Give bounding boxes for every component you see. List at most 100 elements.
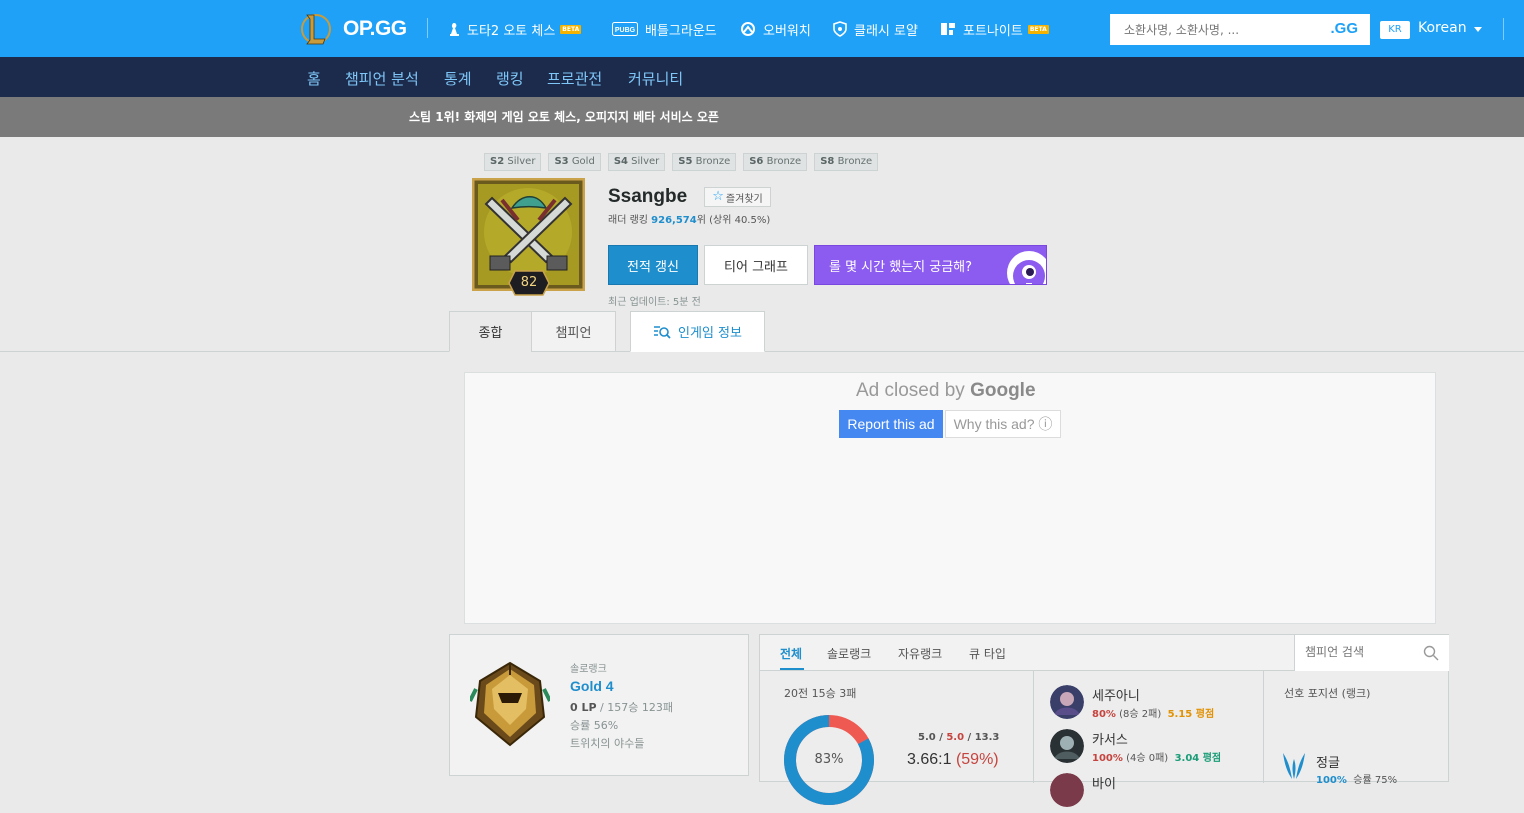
season-badge: S6 Bronze: [743, 153, 808, 171]
svg-text:PUBG: PUBG: [615, 27, 636, 34]
rank-winrate: 승률 56%: [570, 719, 619, 732]
notice-text[interactable]: 스팀 1위! 화제의 게임 오토 체스, 오피지지 베타 서비스 오픈: [409, 108, 719, 125]
nav-fortnite[interactable]: 포트나이트 BETA: [940, 19, 1049, 39]
ladder-rank-value: 926,574: [651, 215, 697, 226]
star-icon: ☆: [712, 189, 724, 204]
season-badge: S2 Silver: [484, 153, 542, 171]
divider: [1033, 671, 1034, 783]
preferred-position-title: 선호 포지션 (랭크): [1284, 687, 1371, 700]
tab-champion[interactable]: 챔피언: [531, 311, 616, 352]
lol-logo-icon[interactable]: [301, 12, 331, 46]
language-select[interactable]: Korean: [1418, 20, 1467, 36]
gold-emblem-icon: [470, 661, 550, 747]
champion-name: 바이: [1092, 777, 1116, 792]
divider: [427, 18, 428, 38]
stats-tabbar: 전체 솔로랭크 자유랭크 큐 타입: [760, 635, 1449, 671]
why-this-ad-button[interactable]: Why this ad? ⓘ: [945, 410, 1061, 438]
overwatch-icon: [741, 22, 755, 36]
beta-badge: BETA: [560, 24, 582, 34]
champion-avatar: [1050, 773, 1084, 807]
nav-label: 도타2 오토 체스: [467, 23, 556, 39]
rank-tier: Gold 4: [570, 678, 614, 694]
position-name: 정글: [1316, 756, 1340, 771]
nav-label: 배틀그라운드: [645, 23, 717, 39]
refresh-button[interactable]: 전적 갱신: [608, 245, 698, 285]
season-badge: S3 Gold: [548, 153, 601, 171]
rank-lp-record: 0 LP / 157승 123패: [570, 701, 673, 714]
tab-overall[interactable]: 종합: [449, 311, 532, 352]
champion-stats: 80% (8승 2패) 5.15 평점: [1092, 709, 1215, 720]
nav-label: 포트나이트: [963, 23, 1023, 39]
recent-games-stats: 전체 솔로랭크 자유랭크 큐 타입 20전 15승 3패 83% 5.0 / 5…: [759, 634, 1449, 807]
pubg-icon: PUBG: [612, 22, 638, 36]
shield-icon: [833, 21, 847, 37]
report-ad-button[interactable]: Report this ad: [839, 410, 943, 438]
nav-ranking[interactable]: 랭킹: [496, 68, 524, 89]
rank-queue-type: 솔로랭크: [570, 664, 607, 675]
divider: [1503, 18, 1504, 40]
google-logo: Google: [970, 380, 1036, 401]
promo-label: 롤 몇 시간 했는지 궁금해?: [829, 259, 973, 275]
nav-statistics[interactable]: 통계: [444, 68, 472, 89]
fortnite-icon: [941, 23, 955, 35]
champion-name: 카서스: [1092, 733, 1128, 748]
chevron-down-icon[interactable]: [1474, 27, 1482, 32]
ingame-search-icon: [654, 325, 671, 339]
average-kda: 5.0 / 5.0 / 13.3: [918, 732, 1000, 743]
top-header: OP.GG 도타2 오토 체스 BETA PUBG 배틀그라운드 오버워치 클래…: [0, 0, 1524, 57]
nav-home[interactable]: 홈: [307, 68, 321, 89]
nav-pro-spectate[interactable]: 프로관전: [547, 68, 602, 89]
season-badge: S4 Silver: [607, 153, 666, 171]
divider: [1263, 671, 1264, 783]
summoner-search-input[interactable]: [1110, 14, 1320, 45]
summoner-name: Ssangbe: [608, 186, 688, 207]
chess-piece-icon: [450, 23, 459, 36]
champion-name: 세주아니: [1092, 689, 1140, 704]
favorite-button[interactable]: ☆ 즐겨찾기: [704, 187, 771, 207]
stats-tab-queue-type[interactable]: 큐 타입: [969, 645, 1006, 662]
ladder-rank: 래더 랭킹 926,574위 (상위 40.5%): [608, 215, 771, 226]
nav-clash-royale[interactable]: 클래시 로얄: [833, 19, 918, 39]
champion-search: [1294, 635, 1449, 671]
stats-tab-flex[interactable]: 자유랭크: [898, 645, 942, 662]
region-badge[interactable]: KR: [1380, 21, 1410, 39]
past-season-tiers: S2 Silver S3 Gold S4 Silver S5 Bronze S6…: [484, 153, 879, 171]
notice-banner[interactable]: 스팀 1위! 화제의 게임 오토 체스, 오피지지 베타 서비스 오픈: [0, 97, 1524, 137]
champion-avatar: [1050, 685, 1084, 719]
tab-ingame-info[interactable]: 인게임 정보: [630, 311, 765, 352]
stats-tab-all[interactable]: 전체: [780, 645, 802, 662]
tier-graph-button[interactable]: 티어 그래프: [704, 245, 808, 285]
summoner-search: .GG: [1110, 14, 1370, 45]
mascot-icon: [1007, 251, 1046, 284]
beta-badge: BETA: [1027, 24, 1049, 34]
nav-community[interactable]: 커뮤니티: [628, 68, 683, 89]
search-icon[interactable]: [1423, 645, 1439, 661]
solo-rank-box: 솔로랭크 Gold 4 0 LP / 157승 123패 승률 56% 트위치의…: [449, 634, 749, 776]
champion-search-input[interactable]: [1295, 635, 1415, 669]
ad-closed-text: Ad closed by Google: [856, 380, 1036, 401]
active-tab-indicator: [780, 668, 804, 670]
level-badge: 82: [508, 270, 550, 296]
last-updated: 최근 업데이트: 5분 전: [608, 297, 701, 308]
opgg-logo[interactable]: OP.GG: [343, 17, 407, 41]
nav-overwatch[interactable]: 오버워치: [740, 19, 811, 39]
season-badge: S8 Bronze: [814, 153, 879, 171]
season-badge: S5 Bronze: [672, 153, 737, 171]
jungle-position-icon: [1283, 753, 1305, 779]
position-stats: 100% 승률 75%: [1316, 775, 1398, 786]
champion-avatar: [1050, 729, 1084, 763]
favorite-label: 즐겨찾기: [725, 193, 763, 205]
kda-ratio: 3.66:1 (59%): [907, 751, 999, 768]
stats-tab-solo[interactable]: 솔로랭크: [827, 645, 871, 662]
level-value: 82: [520, 275, 538, 290]
nav-pubg[interactable]: PUBG 배틀그라운드: [612, 19, 717, 39]
games-summary: 20전 15승 3패: [784, 687, 857, 700]
search-submit-button[interactable]: .GG: [1330, 20, 1358, 37]
nav-label: 클래시 로얄: [854, 23, 918, 39]
league-name: 트위치의 야수들: [570, 737, 645, 750]
main-nav: 홈 챔피언 분석 통계 랭킹 프로관전 커뮤니티: [0, 57, 1524, 97]
playtime-promo-button[interactable]: 롤 몇 시간 했는지 궁금해?: [814, 245, 1047, 285]
nav-champion-analysis[interactable]: 챔피언 분석: [345, 68, 419, 89]
nav-dota-autochess[interactable]: 도타2 오토 체스 BETA: [449, 19, 582, 39]
ad-container: Ad closed by Google Report this ad Why t…: [464, 372, 1436, 624]
